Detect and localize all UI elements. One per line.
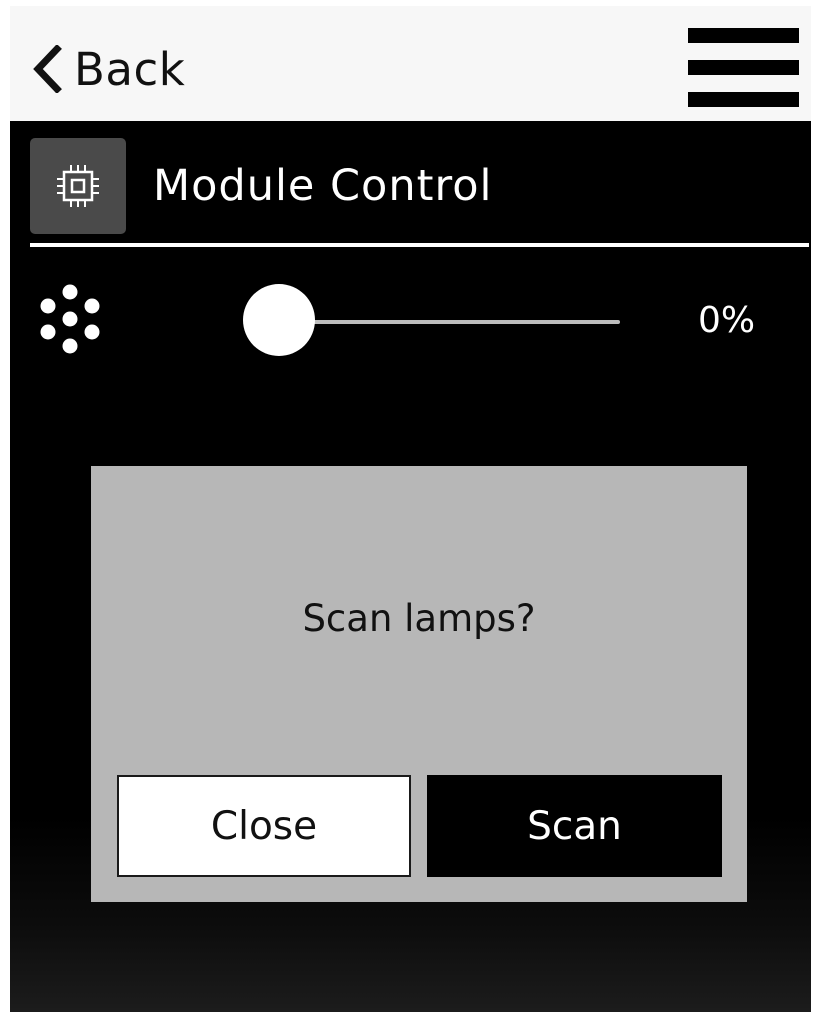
dialog-message: Scan lamps? (302, 597, 536, 640)
slider-thumb[interactable] (243, 284, 315, 356)
hamburger-menu-icon[interactable] (688, 28, 799, 107)
top-bar: Back (10, 6, 811, 121)
slider-value: 0% (698, 300, 756, 341)
chip-icon (57, 165, 99, 207)
chevron-left-icon (33, 45, 62, 93)
dots-cluster-icon (40, 284, 100, 354)
scan-button-label: Scan (527, 803, 622, 849)
screen: Back Module Control 0% Scan lamps? Close… (0, 0, 821, 1012)
slider-track[interactable] (278, 320, 620, 324)
close-button-label: Close (210, 803, 318, 849)
module-title: Module Control (153, 161, 493, 211)
back-button[interactable]: Back (32, 34, 185, 104)
close-button[interactable]: Close (117, 775, 411, 877)
module-panel: Module Control 0% Scan lamps? Close Scan (10, 121, 811, 1012)
title-divider (30, 243, 809, 247)
scan-button[interactable]: Scan (427, 775, 722, 877)
back-label: Back (74, 42, 186, 96)
scan-dialog: Scan lamps? Close Scan (91, 466, 747, 902)
module-icon-box (30, 138, 126, 234)
